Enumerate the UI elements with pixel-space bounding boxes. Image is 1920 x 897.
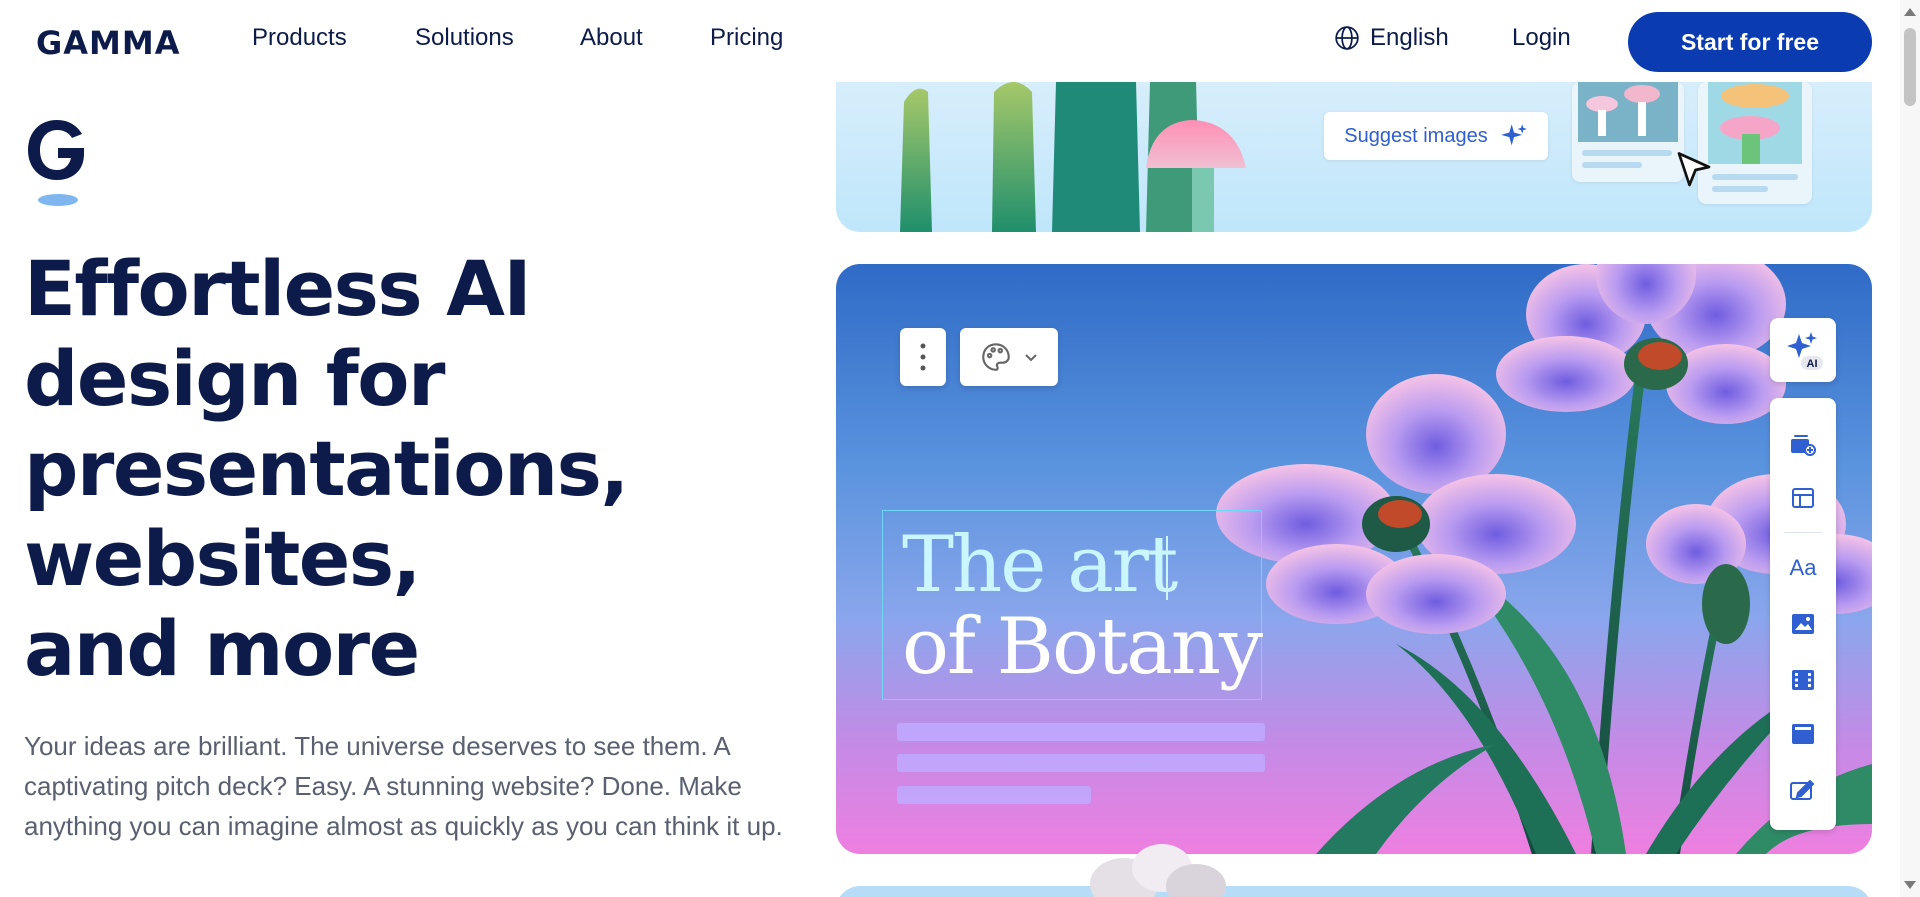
headline-line: presentations, [24, 424, 629, 513]
headline-line: websites, [24, 514, 421, 603]
slide-title-line-2[interactable]: of Botany [902, 602, 1263, 692]
headline-line: and more [24, 604, 420, 693]
toolbar-divider [1784, 532, 1822, 533]
text-icon: Aa [1789, 555, 1817, 580]
nav-products[interactable]: Products [252, 24, 347, 52]
add-card-icon [1791, 435, 1816, 456]
gamma-g-mark-icon [28, 120, 84, 206]
top-nav: GAMMA Products Solutions About Pricing E… [0, 0, 1900, 82]
scrollbar-thumb[interactable] [1904, 28, 1916, 106]
slide-title-line-1[interactable]: The art [902, 520, 1178, 610]
nav-about[interactable]: About [580, 24, 643, 52]
sparkles-ai-icon: AI [1787, 332, 1823, 370]
sparkles-icon [1500, 124, 1527, 146]
gamma-logo[interactable]: GAMMA [36, 24, 180, 62]
chevron-down-icon [1025, 354, 1037, 362]
text-button[interactable]: Aa [1770, 548, 1836, 588]
headline-line: design for [24, 334, 445, 423]
hero-subtitle: Your ideas are brilliant. The universe d… [24, 731, 783, 841]
insert-toolbar: Aa [1770, 398, 1836, 830]
text-placeholder [897, 754, 1265, 772]
login-link[interactable]: Login [1512, 24, 1571, 52]
suggest-images-button[interactable]: Suggest images [1324, 112, 1548, 160]
draw-button[interactable] [1770, 770, 1836, 810]
language-label: English [1370, 24, 1449, 51]
embed-button[interactable] [1770, 714, 1836, 754]
thumbnail-mushrooms [1578, 82, 1678, 168]
preview-card-next [836, 886, 1872, 897]
more-options-button[interactable] [900, 328, 946, 386]
video-button[interactable] [1770, 660, 1836, 700]
hero-headline: Effortless AI design for presentations, … [24, 244, 764, 694]
mouse-pointer-icon [1677, 152, 1711, 187]
layout-icon [1792, 488, 1814, 508]
embed-icon [1792, 724, 1814, 744]
scroll-up-arrow[interactable] [1904, 8, 1916, 16]
add-card-button[interactable] [1770, 424, 1836, 464]
suggest-images-label: Suggest images [1344, 124, 1488, 147]
thumbnail-mushrooms [1708, 82, 1802, 192]
ai-badge-label: AI [1807, 358, 1818, 370]
theme-palette-button[interactable] [960, 328, 1058, 386]
text-placeholder [897, 786, 1091, 804]
nav-solutions[interactable]: Solutions [415, 24, 514, 52]
text-placeholder [897, 723, 1265, 741]
page-scrollbar[interactable] [1900, 0, 1920, 897]
image-icon [1792, 614, 1814, 634]
video-icon [1792, 670, 1814, 690]
ai-assistant-button[interactable]: AI [1770, 318, 1836, 382]
start-for-free-button[interactable]: Start for free [1628, 12, 1872, 72]
image-thumbnail[interactable] [1698, 82, 1812, 204]
headline-line: Effortless AI [24, 244, 532, 333]
edit-icon [1790, 779, 1815, 800]
scroll-down-arrow[interactable] [1904, 881, 1916, 889]
image-button[interactable] [1770, 604, 1836, 644]
language-selector[interactable]: English [1334, 24, 1449, 52]
globe-icon [1335, 26, 1359, 50]
vertical-dots-icon [920, 343, 926, 371]
text-cursor [1166, 536, 1168, 600]
image-thumbnail[interactable] [1572, 82, 1684, 182]
layout-button[interactable] [1770, 478, 1836, 518]
nav-pricing[interactable]: Pricing [710, 24, 783, 52]
palette-icon [982, 343, 1010, 371]
coral-illustration [1090, 844, 1226, 897]
